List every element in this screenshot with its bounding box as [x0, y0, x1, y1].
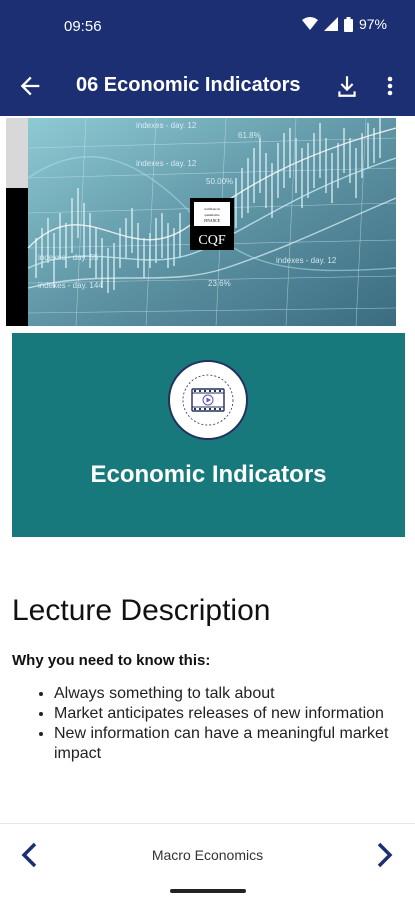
svg-text:FINANCE: FINANCE: [204, 219, 220, 223]
hero-label: indexes - day. 12: [136, 159, 197, 168]
wifi-icon: [301, 17, 318, 30]
hero-label: indexes - day. 12: [276, 256, 337, 265]
hero-label: 23.6%: [208, 279, 231, 288]
course-name: Macro Economics: [151, 847, 264, 863]
hero-label: indexes - day. 144: [38, 281, 103, 290]
hero-label: 50.00%: [206, 177, 233, 186]
lecture-hero-image: indexes - day. 12 indexes - day. 12 inde…: [6, 118, 396, 326]
gesture-handle[interactable]: [170, 889, 246, 893]
video-card[interactable]: Economic Indicators: [12, 333, 405, 537]
list-item: Market anticipates releases of new infor…: [54, 704, 394, 724]
download-icon[interactable]: [334, 72, 360, 100]
status-icons: 97%: [301, 16, 387, 32]
bottom-nav: Macro Economics: [0, 823, 415, 886]
svg-text:quantitative: quantitative: [204, 213, 220, 217]
hero-label: indexes - day. 55: [38, 253, 99, 262]
cqf-logo: certificate in quantitative FINANCE CQF: [190, 198, 234, 250]
video-badge[interactable]: [168, 360, 248, 440]
description-bullets: Always something to talk about Market an…: [38, 684, 394, 764]
list-item: New information can have a meaningful ma…: [54, 724, 394, 764]
more-vert-icon[interactable]: [380, 72, 400, 100]
hero-label: 61.8%: [238, 131, 261, 140]
gesture-bar: [0, 885, 415, 900]
battery-percent: 97%: [358, 16, 387, 32]
page-title: 06 Economic Indicators: [76, 74, 301, 96]
status-bar: 09:56 97%: [0, 0, 415, 56]
hero-label: indexes - day. 12: [136, 121, 197, 130]
battery-icon: [343, 16, 353, 32]
lecture-description-heading: Lecture Description: [12, 594, 271, 627]
chevron-right-icon[interactable]: [372, 840, 398, 870]
video-play-icon: [182, 374, 234, 426]
hero-chart-graphic: indexes - day. 12 indexes - day. 12 inde…: [6, 118, 396, 326]
video-title: Economic Indicators: [90, 461, 327, 488]
signal-icon: [323, 17, 338, 31]
why-know-subheading: Why you need to know this:: [12, 652, 211, 669]
app-bar: 06 Economic Indicators: [0, 56, 415, 116]
cqf-logo-text: CQF: [198, 233, 225, 248]
status-time: 09:56: [64, 18, 102, 35]
list-item: Always something to talk about: [54, 684, 394, 704]
back-arrow-icon[interactable]: [16, 72, 44, 100]
svg-text:certificate in: certificate in: [204, 207, 220, 211]
